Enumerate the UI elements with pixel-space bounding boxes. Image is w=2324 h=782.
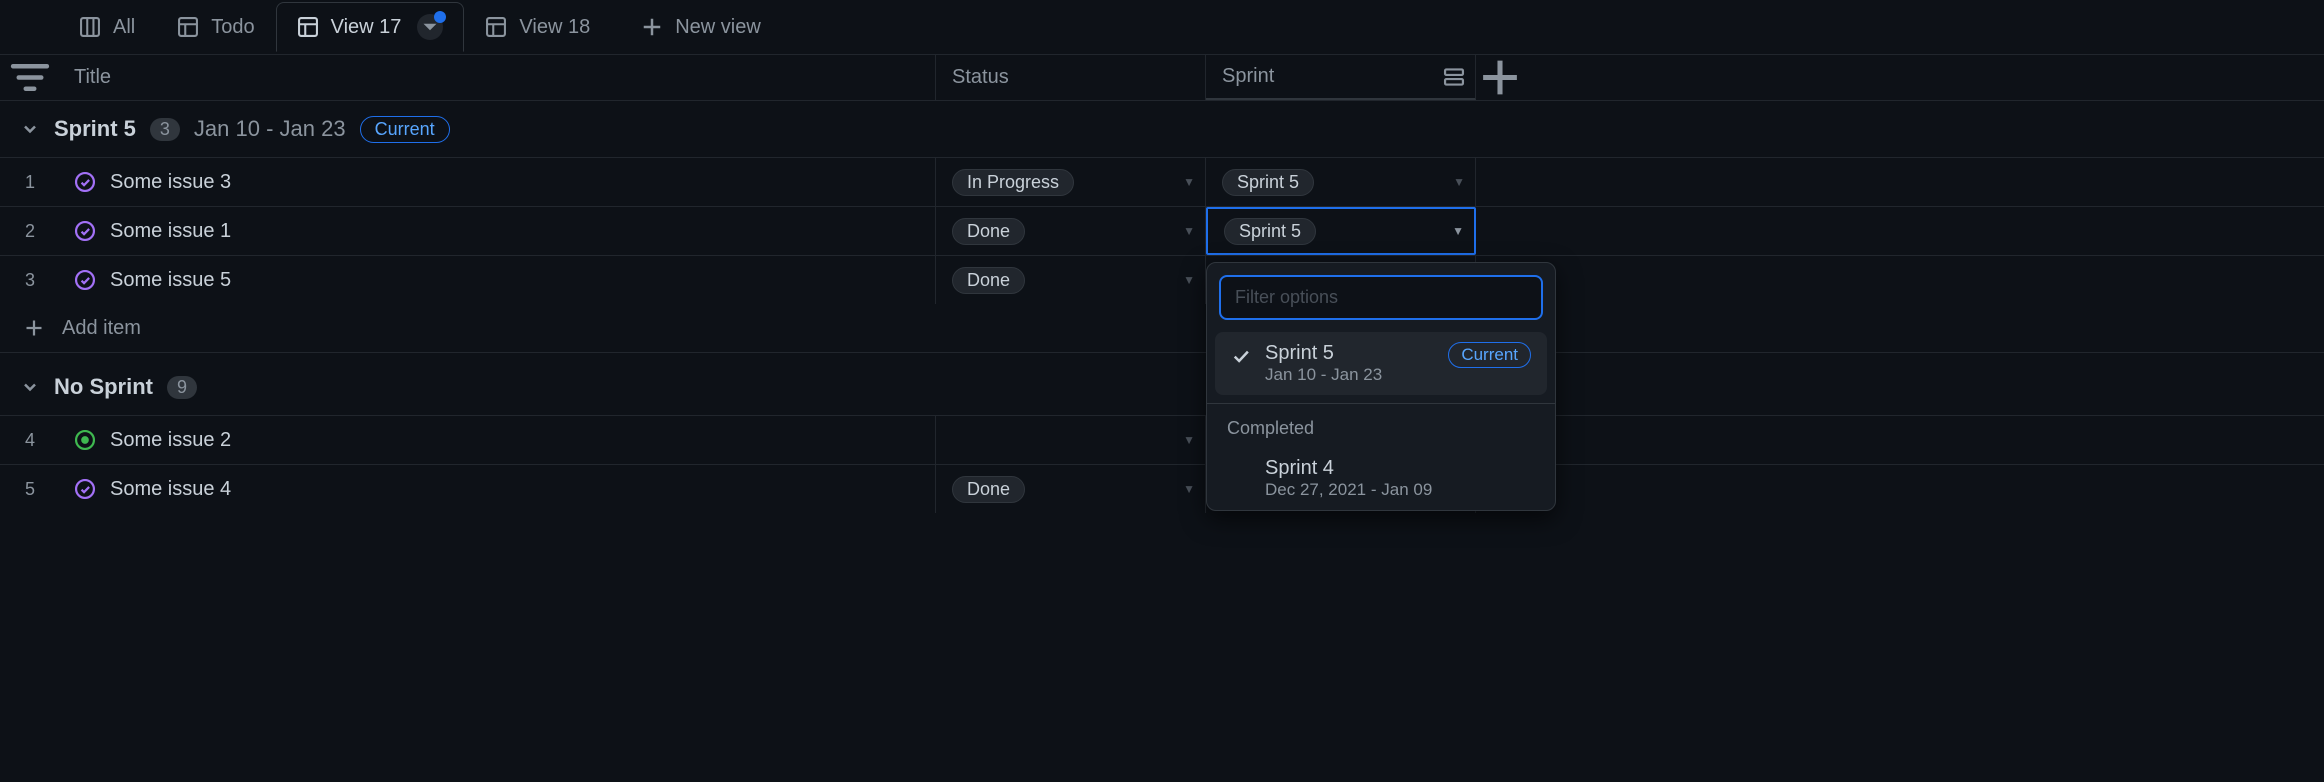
issue-closed-icon	[74, 478, 96, 500]
group-title: Sprint 5	[54, 116, 136, 142]
issue-title: Some issue 4	[110, 478, 231, 501]
filter-button[interactable]	[0, 55, 60, 100]
table-row[interactable]: 3 Some issue 5 Done ▼	[0, 255, 2324, 304]
issue-closed-icon	[74, 269, 96, 291]
caret-down-icon: ▼	[1183, 273, 1195, 287]
row-number: 4	[0, 416, 60, 464]
status-cell[interactable]: ▼	[936, 416, 1206, 464]
group-date-range: Jan 10 - Jan 23	[194, 116, 346, 142]
table-icon	[177, 16, 199, 38]
filter-options-input[interactable]	[1219, 275, 1543, 320]
board-icon	[79, 16, 101, 38]
issue-closed-icon	[74, 171, 96, 193]
row-number: 5	[0, 465, 60, 513]
tab-label: Todo	[211, 16, 254, 39]
row-number: 2	[0, 207, 60, 255]
sprint-dropdown-popover: Sprint 5 Jan 10 - Jan 23 Current Complet…	[1206, 262, 1556, 511]
tab-view18[interactable]: View 18	[464, 2, 611, 52]
caret-down-icon: ▼	[1183, 175, 1195, 189]
group-header-no-sprint[interactable]: No Sprint 9	[0, 359, 2324, 415]
title-cell[interactable]: Some issue 4	[60, 465, 936, 513]
table-row[interactable]: 5 Some issue 4 Done ▼	[0, 464, 2324, 513]
table-row[interactable]: 2 Some issue 1 Done ▼ Sprint 5 ▼	[0, 206, 2324, 255]
new-view-label: New view	[675, 16, 761, 39]
new-view-button[interactable]: New view	[621, 16, 781, 39]
check-icon	[1231, 346, 1251, 366]
caret-down-icon: ▼	[1183, 482, 1195, 496]
tab-todo[interactable]: Todo	[156, 2, 275, 52]
caret-down-icon: ▼	[1452, 224, 1464, 238]
title-cell[interactable]: Some issue 3	[60, 158, 936, 206]
issue-title: Some issue 5	[110, 269, 231, 292]
tab-menu-button[interactable]	[417, 14, 443, 40]
table-row[interactable]: 1 Some issue 3 In Progress ▼ Sprint 5 ▼	[0, 157, 2324, 206]
sprint-cell-selected[interactable]: Sprint 5 ▼	[1206, 207, 1476, 255]
status-cell[interactable]: Done ▼	[936, 207, 1206, 255]
dropdown-option-sprint4[interactable]: Sprint 4 Dec 27, 2021 - Jan 09	[1215, 447, 1547, 510]
status-pill: Done	[952, 218, 1025, 245]
unsaved-indicator-icon	[434, 11, 446, 23]
title-cell[interactable]: Some issue 2	[60, 416, 936, 464]
issue-closed-icon	[74, 220, 96, 242]
title-cell[interactable]: Some issue 5	[60, 256, 936, 304]
column-header-sprint[interactable]: Sprint	[1206, 55, 1476, 100]
tab-label: View 18	[519, 16, 590, 39]
dropdown-option-sprint5[interactable]: Sprint 5 Jan 10 - Jan 23 Current	[1215, 332, 1547, 395]
group-title: No Sprint	[54, 374, 153, 400]
sprint-cell[interactable]: Sprint 5 ▼	[1206, 158, 1476, 206]
status-pill: Done	[952, 267, 1025, 294]
tab-all[interactable]: All	[58, 2, 156, 52]
dropdown-section-completed: Completed	[1207, 403, 1555, 447]
sprint-pill: Sprint 5	[1224, 218, 1316, 245]
issue-title: Some issue 1	[110, 220, 231, 243]
chevron-down-icon	[20, 119, 40, 139]
issue-title: Some issue 2	[110, 429, 231, 452]
title-cell[interactable]: Some issue 1	[60, 207, 936, 255]
group-header-sprint5[interactable]: Sprint 5 3 Jan 10 - Jan 23 Current	[0, 101, 2324, 157]
row-number: 1	[0, 158, 60, 206]
tab-label: All	[113, 16, 135, 39]
current-badge: Current	[360, 116, 450, 143]
filter-input-wrapper	[1219, 275, 1543, 320]
issue-title: Some issue 3	[110, 171, 231, 194]
status-cell[interactable]: Done ▼	[936, 256, 1206, 304]
status-cell[interactable]: In Progress ▼	[936, 158, 1206, 206]
add-item-button[interactable]: Add item	[0, 304, 2324, 353]
table-icon	[297, 16, 319, 38]
tab-label: View 17	[331, 16, 402, 39]
table-icon	[485, 16, 507, 38]
rows-layout-icon	[1443, 66, 1465, 88]
option-text: Sprint 5 Jan 10 - Jan 23	[1265, 342, 1434, 385]
option-text: Sprint 4 Dec 27, 2021 - Jan 09	[1265, 457, 1531, 500]
column-header-status[interactable]: Status	[936, 55, 1206, 100]
caret-down-icon: ▼	[1183, 433, 1195, 447]
check-placeholder	[1231, 461, 1251, 481]
column-header-title[interactable]: Title	[60, 55, 936, 100]
status-pill: Done	[952, 476, 1025, 503]
sprint-pill: Sprint 5	[1222, 169, 1314, 196]
row-number: 3	[0, 256, 60, 304]
add-column-button[interactable]	[1476, 55, 1524, 100]
plus-icon	[641, 16, 663, 38]
group-count-badge: 3	[150, 118, 180, 141]
status-cell[interactable]: Done ▼	[936, 465, 1206, 513]
current-badge: Current	[1448, 342, 1531, 368]
column-headers: Title Status Sprint	[0, 55, 2324, 101]
caret-down-icon: ▼	[1453, 175, 1465, 189]
issue-open-icon	[74, 429, 96, 451]
tab-view17[interactable]: View 17	[276, 2, 465, 52]
group-count-badge: 9	[167, 376, 197, 399]
plus-icon	[24, 318, 44, 338]
add-item-label: Add item	[62, 317, 141, 340]
table-row[interactable]: 4 Some issue 2 ▼	[0, 415, 2324, 464]
chevron-down-icon	[20, 377, 40, 397]
view-tabs: All Todo View 17 View 18 New view	[0, 0, 2324, 55]
status-pill: In Progress	[952, 169, 1074, 196]
caret-down-icon: ▼	[1183, 224, 1195, 238]
